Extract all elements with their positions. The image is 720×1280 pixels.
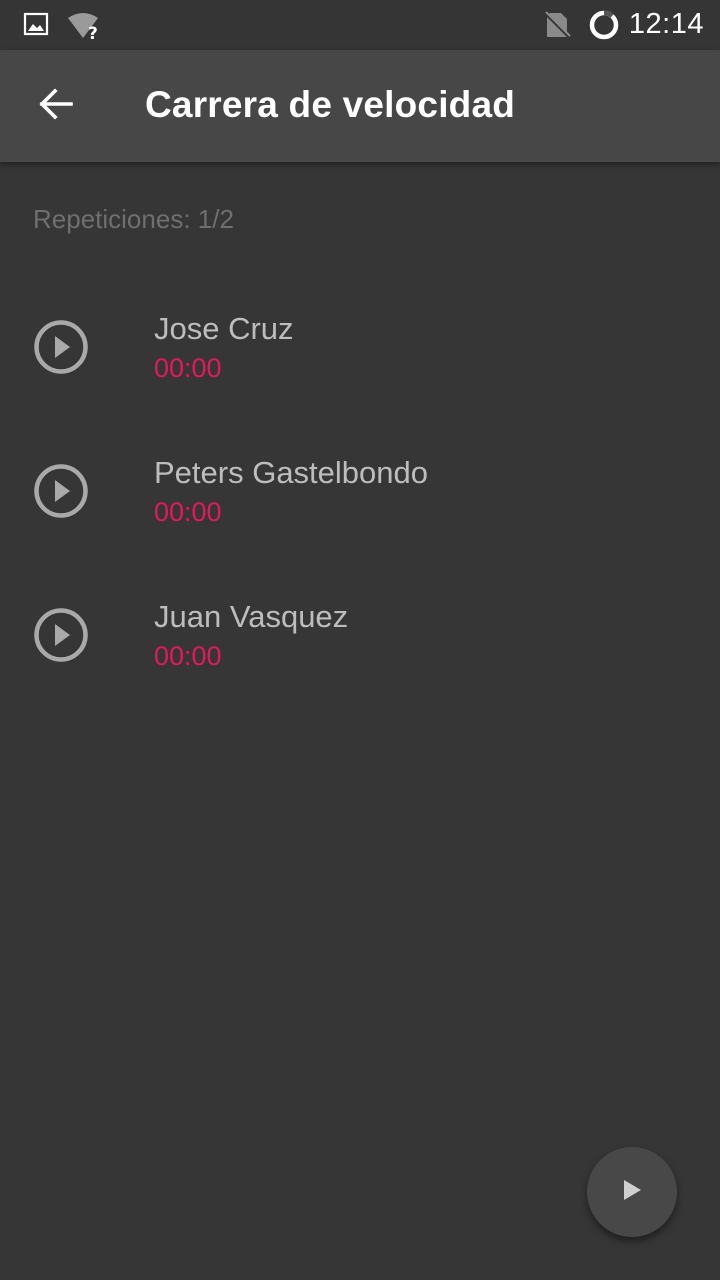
start-fab-button[interactable] (587, 1147, 677, 1237)
image-icon (23, 11, 49, 42)
runner-name: Peters Gastelbondo (154, 455, 429, 490)
runner-time: 00:00 (154, 353, 222, 383)
runner-name: Jose Cruz (154, 311, 294, 346)
list-item: Jose Cruz 00:00 (0, 275, 720, 419)
sync-ring-icon (587, 8, 621, 47)
list-item: Juan Vasquez 00:00 (0, 563, 720, 707)
no-sim-icon (543, 11, 571, 44)
play-circle-icon[interactable] (32, 318, 90, 376)
status-bar: ? 12:14 (0, 0, 720, 50)
list-item: Peters Gastelbondo 00:00 (0, 419, 720, 563)
back-button[interactable] (22, 72, 90, 140)
play-icon (621, 1178, 643, 1207)
runner-list: Jose Cruz 00:00 Peters Gastelbondo 00:00… (0, 275, 720, 707)
page-title: Carrera de velocidad (145, 84, 516, 125)
repetitions-label: Repeticiones: 1/2 (33, 204, 234, 234)
runner-name: Juan Vasquez (154, 599, 349, 634)
play-circle-icon[interactable] (32, 606, 90, 664)
play-circle-icon[interactable] (32, 462, 90, 520)
arrow-left-icon (38, 86, 74, 127)
wifi-unknown-icon: ? (66, 12, 104, 45)
runner-time: 00:00 (154, 641, 222, 671)
runner-time: 00:00 (154, 497, 222, 527)
app-bar: Carrera de velocidad (0, 50, 720, 162)
svg-text:?: ? (88, 24, 98, 40)
status-time: 12:14 (628, 8, 704, 40)
screen: ? 12:14 Carrera de velocidad Repeticione… (0, 0, 720, 1280)
